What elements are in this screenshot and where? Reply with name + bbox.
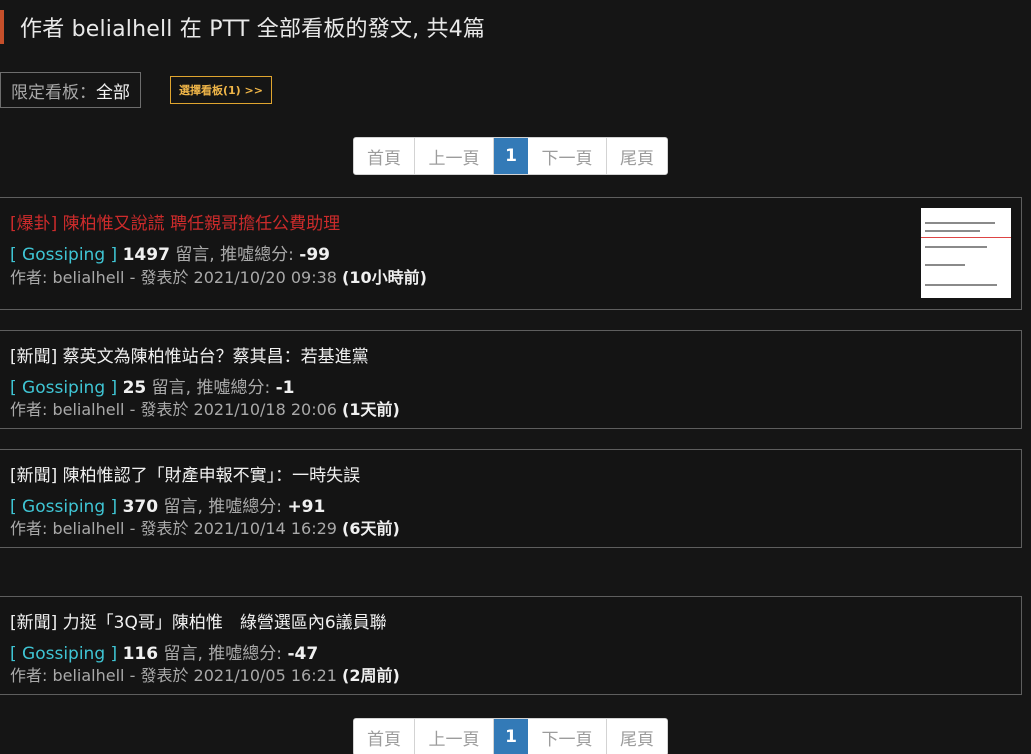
author-date: 作者: belialhell - 發表於 2021/10/20 09:38: [10, 268, 337, 287]
comment-label: 留言, 推噓總分:: [175, 245, 294, 265]
post-author-line: 作者: belialhell - 發表於 2021/10/20 09:38 (1…: [10, 264, 427, 288]
pagination-bottom: 首頁 上一頁 1 下一頁 尾頁: [353, 718, 668, 754]
author-date: 作者: belialhell - 發表於 2021/10/18 20:06: [10, 400, 337, 419]
title-accent-bar: [0, 10, 4, 44]
post-title[interactable]: [新聞] 陳柏惟認了「財產申報不實」：一時失誤: [10, 461, 360, 486]
score: -47: [287, 644, 319, 664]
comment-count: 25: [122, 378, 147, 398]
post-author-line: 作者: belialhell - 發表於 2021/10/05 16:21 (2…: [10, 662, 400, 686]
post-meta: [ Gossiping ] 1497 留言, 推噓總分: -99: [10, 240, 330, 265]
first-page-button[interactable]: 首頁: [354, 719, 415, 754]
last-page-button[interactable]: 尾頁: [607, 138, 667, 174]
score: +91: [287, 497, 326, 517]
next-page-button[interactable]: 下一頁: [528, 138, 607, 174]
comment-label: 留言, 推噓總分:: [151, 378, 271, 398]
prev-page-button[interactable]: 上一頁: [415, 719, 494, 754]
last-page-button[interactable]: 尾頁: [607, 719, 667, 754]
comment-label: 留言, 推噓總分:: [163, 497, 283, 517]
thumb-text-line: [925, 264, 965, 266]
post-title[interactable]: [新聞] 蔡英文為陳柏惟站台？蔡其昌：若基進黨: [10, 342, 369, 367]
score: -99: [299, 245, 330, 265]
comment-count: 116: [122, 644, 159, 664]
board-tag[interactable]: [ Gossiping ]: [10, 378, 117, 398]
thumb-text-line: [925, 284, 997, 286]
thumb-text-line: [925, 222, 995, 224]
page: 作者 belialhell 在 PTT 全部看板的發文, 共4篇 限定看板： 全…: [0, 0, 1031, 754]
thumb-text-line: [925, 230, 980, 232]
prev-page-button[interactable]: 上一頁: [415, 138, 494, 174]
time-ago: (2周前): [342, 666, 400, 685]
post-author-line: 作者: belialhell - 發表於 2021/10/14 16:29 (6…: [10, 515, 400, 539]
board-filter-value: 全部: [96, 82, 130, 103]
next-page-button[interactable]: 下一頁: [528, 719, 607, 754]
board-tag[interactable]: [ Gossiping ]: [10, 245, 117, 265]
pagination-top: 首頁 上一頁 1 下一頁 尾頁: [353, 137, 668, 175]
board-tag[interactable]: [ Gossiping ]: [10, 497, 117, 517]
time-ago: (6天前): [342, 519, 400, 538]
post-card[interactable]: [爆卦] 陳柏惟又說謊 聘任親哥擔任公費助理 [ Gossiping ] 149…: [0, 197, 1022, 310]
post-author-line: 作者: belialhell - 發表於 2021/10/18 20:06 (1…: [10, 396, 400, 420]
comment-count: 370: [122, 497, 159, 517]
score: -1: [275, 378, 295, 398]
post-meta: [ Gossiping ] 116 留言, 推噓總分: -47: [10, 639, 318, 664]
current-page-button[interactable]: 1: [494, 138, 528, 174]
post-title[interactable]: [新聞] 力挺「3Q哥」陳柏惟 綠營選區內6議員聯: [10, 608, 387, 633]
time-ago: (10小時前): [342, 268, 427, 287]
post-meta: [ Gossiping ] 370 留言, 推噓總分: +91: [10, 492, 325, 517]
post-card[interactable]: [新聞] 蔡英文為陳柏惟站台？蔡其昌：若基進黨 [ Gossiping ] 25…: [0, 330, 1022, 429]
board-filter[interactable]: 限定看板： 全部: [0, 72, 141, 108]
current-page-button[interactable]: 1: [494, 719, 528, 754]
first-page-button[interactable]: 首頁: [354, 138, 415, 174]
thumb-text-line: [925, 246, 987, 248]
select-board-button[interactable]: 選擇看板(1) >>: [170, 76, 272, 104]
time-ago: (1天前): [342, 400, 400, 419]
filter-row: 限定看板： 全部 選擇看板(1) >>: [0, 72, 272, 108]
post-card[interactable]: [新聞] 力挺「3Q哥」陳柏惟 綠營選區內6議員聯 [ Gossiping ] …: [0, 596, 1022, 695]
post-title[interactable]: [爆卦] 陳柏惟又說謊 聘任親哥擔任公費助理: [10, 209, 340, 234]
comment-count: 1497: [122, 245, 170, 265]
board-tag[interactable]: [ Gossiping ]: [10, 644, 117, 664]
post-card[interactable]: [新聞] 陳柏惟認了「財產申報不實」：一時失誤 [ Gossiping ] 37…: [0, 449, 1022, 548]
author-date: 作者: belialhell - 發表於 2021/10/05 16:21: [10, 666, 337, 685]
author-date: 作者: belialhell - 發表於 2021/10/14 16:29: [10, 519, 337, 538]
page-title: 作者 belialhell 在 PTT 全部看板的發文, 共4篇: [20, 17, 486, 42]
page-header: 作者 belialhell 在 PTT 全部看板的發文, 共4篇: [0, 10, 485, 44]
post-thumbnail[interactable]: [921, 208, 1011, 298]
post-meta: [ Gossiping ] 25 留言, 推噓總分: -1: [10, 373, 295, 398]
thumb-red-line: [921, 237, 1011, 238]
comment-label: 留言, 推噓總分:: [163, 644, 283, 664]
board-filter-label: 限定看板：: [11, 82, 96, 103]
